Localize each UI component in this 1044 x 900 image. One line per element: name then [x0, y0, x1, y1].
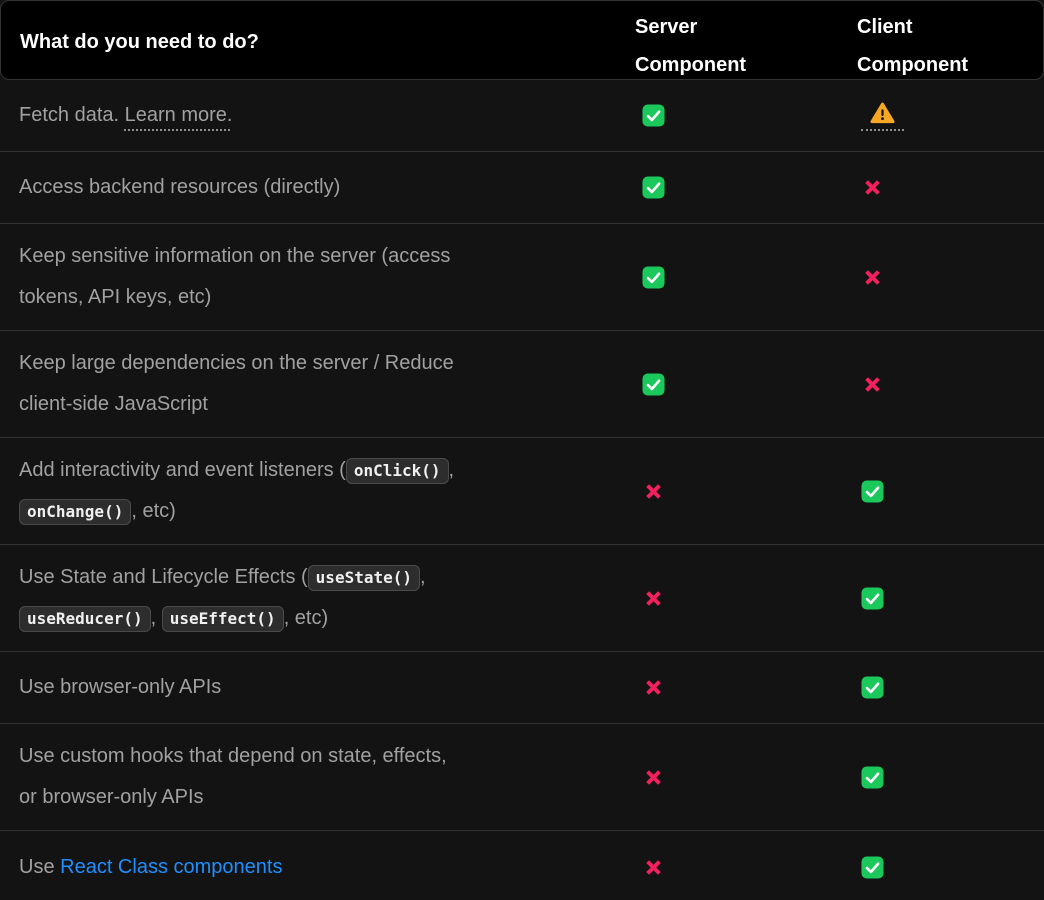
task-text: Access backend resources (directly)	[19, 176, 340, 198]
column-header-client-component: Client Component	[841, 1, 987, 84]
cross-icon	[642, 480, 665, 503]
task-text: Keep large dependencies on the server / …	[19, 352, 454, 415]
table-row-add-interactivity: Add interactivity and event listeners (o…	[0, 438, 1044, 545]
server-client-comparison-table: What do you need to do? Server Component…	[0, 0, 1044, 900]
react-class-components-link[interactable]: React Class components	[60, 856, 282, 878]
check-icon	[861, 480, 884, 503]
task-cell: Keep large dependencies on the server / …	[0, 343, 618, 425]
inline-code: onChange()	[19, 499, 131, 525]
cross-icon	[861, 266, 884, 289]
table-row-keep-large-dependencies: Keep large dependencies on the server / …	[0, 331, 1044, 438]
client-component-cell	[840, 480, 1044, 503]
check-icon	[642, 373, 665, 396]
task-text: Use custom hooks that depend on state, e…	[19, 745, 447, 808]
check-icon	[861, 766, 884, 789]
task-text: , etc)	[131, 500, 175, 522]
warning-indicator[interactable]	[861, 101, 904, 131]
client-component-cell	[840, 266, 1044, 289]
task-cell: Fetch data. Learn more.	[0, 95, 618, 136]
check-icon	[642, 104, 665, 127]
client-component-cell	[840, 101, 1044, 131]
task-cell: Keep sensitive information on the server…	[0, 236, 618, 318]
table-row-access-backend-resources: Access backend resources (directly)	[0, 152, 1044, 224]
task-text: , etc)	[284, 607, 328, 629]
server-component-cell	[618, 104, 840, 127]
learn-more-link[interactable]: Learn more.	[125, 104, 233, 126]
task-cell: Access backend resources (directly)	[0, 167, 618, 208]
inline-code: useState()	[308, 565, 420, 591]
cross-icon	[642, 766, 665, 789]
task-text: Add interactivity and event listeners (	[19, 459, 346, 481]
task-cell: Use custom hooks that depend on state, e…	[0, 736, 618, 818]
table-row-use-browser-only-apis: Use browser-only APIs	[0, 652, 1044, 724]
check-icon	[861, 587, 884, 610]
column-header-server-component: Server Component	[619, 1, 765, 84]
server-component-cell	[618, 480, 840, 503]
task-text: ,	[449, 459, 455, 481]
cross-icon	[642, 856, 665, 879]
client-component-cell	[840, 766, 1044, 789]
inline-code: useEffect()	[162, 606, 284, 632]
task-text: Keep sensitive information on the server…	[19, 245, 450, 308]
server-component-cell	[618, 587, 840, 610]
task-cell: Use State and Lifecycle Effects (useStat…	[0, 557, 618, 639]
server-component-cell	[618, 676, 840, 699]
task-text: ,	[420, 566, 426, 588]
warning-icon	[870, 101, 895, 125]
check-icon	[642, 176, 665, 199]
check-icon	[861, 856, 884, 879]
table-body: Fetch data. Learn more. Access backend r…	[0, 80, 1044, 900]
server-component-cell	[618, 856, 840, 879]
task-cell: Use browser-only APIs	[0, 667, 618, 708]
table-row-use-state-lifecycle-effects: Use State and Lifecycle Effects (useStat…	[0, 545, 1044, 652]
server-component-cell	[618, 266, 840, 289]
task-cell: Add interactivity and event listeners (o…	[0, 450, 618, 532]
client-component-cell	[840, 856, 1044, 879]
table-row-keep-sensitive-information: Keep sensitive information on the server…	[0, 224, 1044, 331]
server-component-cell	[618, 373, 840, 396]
client-component-cell	[840, 176, 1044, 199]
task-text: ,	[151, 607, 162, 629]
task-text: Fetch data.	[19, 104, 125, 126]
cross-icon	[861, 176, 884, 199]
cross-icon	[642, 676, 665, 699]
client-component-cell	[840, 587, 1044, 610]
client-component-cell	[840, 373, 1044, 396]
check-icon	[861, 676, 884, 699]
cross-icon	[642, 587, 665, 610]
check-icon	[642, 266, 665, 289]
table-row-fetch-data: Fetch data. Learn more.	[0, 80, 1044, 152]
table-row-use-react-class-components: Use React Class components	[0, 831, 1044, 900]
task-text: Use	[19, 856, 60, 878]
cross-icon	[861, 373, 884, 396]
table-row-use-custom-hooks: Use custom hooks that depend on state, e…	[0, 724, 1044, 831]
table-header-row: What do you need to do? Server Component…	[0, 0, 1044, 80]
inline-code: useReducer()	[19, 606, 151, 632]
server-component-cell	[618, 766, 840, 789]
task-text: Use browser-only APIs	[19, 676, 221, 698]
inline-code: onClick()	[346, 458, 449, 484]
column-header-task: What do you need to do?	[1, 1, 619, 84]
task-text: Use State and Lifecycle Effects (	[19, 566, 308, 588]
client-component-cell	[840, 676, 1044, 699]
server-component-cell	[618, 176, 840, 199]
task-cell: Use React Class components	[0, 847, 618, 888]
